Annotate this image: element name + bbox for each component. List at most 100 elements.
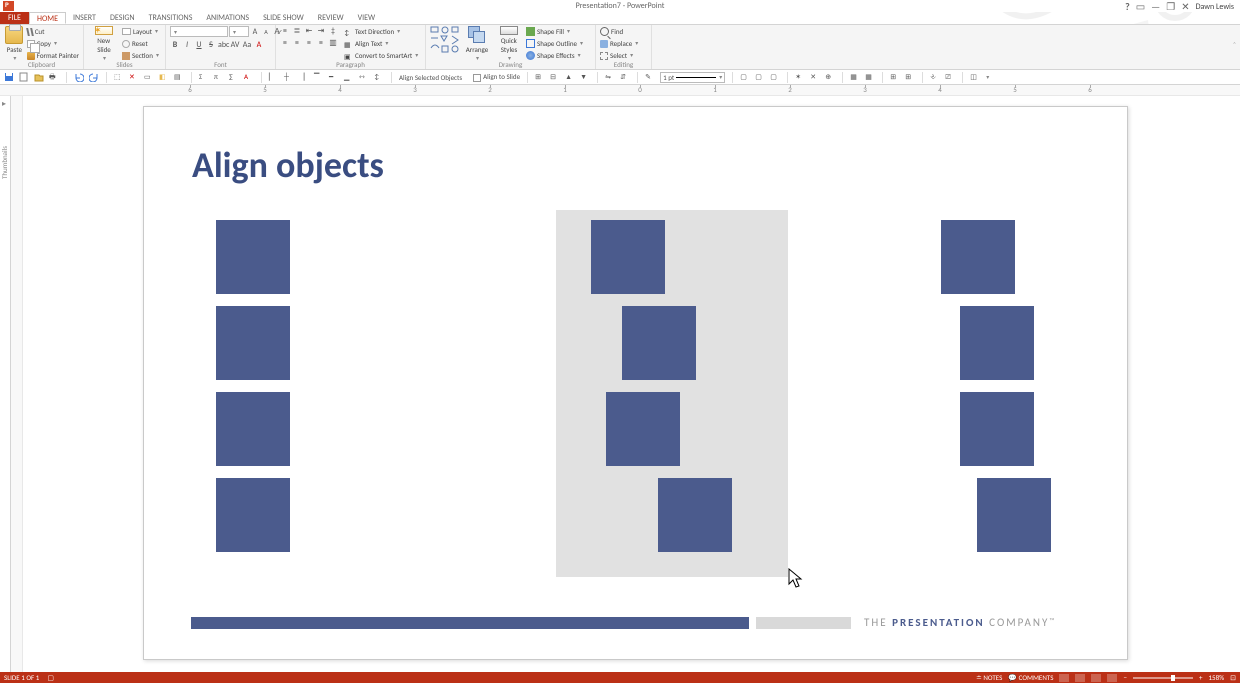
char-spacing-button[interactable]: AV	[230, 40, 240, 50]
zoom-out-button[interactable]: −	[1123, 673, 1127, 682]
qat-shape-1[interactable]: ▢	[740, 72, 750, 82]
distribute-h-icon[interactable]: ⇿	[359, 72, 369, 82]
align-top-icon[interactable]: ▔	[314, 72, 324, 82]
group-icon[interactable]: ⊞	[535, 72, 545, 82]
align-right-button[interactable]: ≡	[304, 38, 314, 48]
tab-file[interactable]: FILE	[0, 12, 29, 24]
shape-rect[interactable]	[216, 306, 290, 380]
italic-button[interactable]: I	[182, 40, 192, 50]
shape-rect[interactable]	[658, 478, 732, 552]
qat-icon-8[interactable]: ∑	[229, 72, 239, 82]
horizontal-ruler[interactable]: 6 5 4 3 2 1 0 1 2 3 4 5 6	[0, 85, 1240, 96]
columns-button[interactable]: ▥	[328, 38, 338, 48]
user-name[interactable]: Dawn Lewis	[1196, 2, 1234, 12]
zoom-level[interactable]: 158%	[1208, 673, 1224, 682]
shape-rect[interactable]	[622, 306, 696, 380]
qat-icon-3[interactable]: ▭	[144, 72, 154, 82]
tab-view[interactable]: VIEW	[351, 12, 383, 24]
qat-icon-2[interactable]: ✕	[129, 72, 139, 82]
redo-icon[interactable]	[89, 72, 99, 82]
reset-button[interactable]: Reset	[122, 38, 159, 49]
table-insert-icon[interactable]: ▦	[850, 72, 860, 82]
quick-styles-button[interactable]: Quick Styles▾	[494, 26, 524, 62]
new-slide-button[interactable]: New Slide▾	[88, 26, 120, 62]
shape-outline-button[interactable]: Shape Outline▾	[526, 38, 583, 49]
ungroup-icon[interactable]: ⊟	[550, 72, 560, 82]
qat-misc-1[interactable]: ⎀	[930, 72, 940, 82]
bring-forward-icon[interactable]: ▲	[565, 72, 575, 82]
arrange-button[interactable]: Arrange▾	[462, 26, 492, 62]
print-icon[interactable]: 🖶	[49, 72, 59, 82]
align-selected-objects-button[interactable]: Align Selected Objects	[399, 73, 462, 82]
zoom-slider[interactable]	[1133, 677, 1193, 679]
comments-button[interactable]: 💬 COMMENTS	[1008, 673, 1053, 682]
align-bottom-icon[interactable]: ▁	[344, 72, 354, 82]
align-left-button[interactable]: ≡	[280, 38, 290, 48]
align-center-button[interactable]: ≡	[292, 38, 302, 48]
vertical-ruler[interactable]	[11, 96, 23, 672]
align-center-h-icon[interactable]: ┼	[284, 72, 294, 82]
increase-indent-button[interactable]: ⇥	[316, 26, 326, 36]
qat-shape-4[interactable]: ✶	[795, 72, 805, 82]
flip-h-icon[interactable]: ⇋	[605, 72, 615, 82]
bullets-button[interactable]: ≡	[280, 26, 290, 36]
tab-design[interactable]: DESIGN	[103, 12, 142, 24]
shape-rect[interactable]	[591, 220, 665, 294]
qat-icon-1[interactable]: ⬚	[114, 72, 124, 82]
slide-canvas-area[interactable]: Align objects THE PRE	[23, 96, 1240, 672]
layout-button[interactable]: Layout▾	[122, 26, 159, 37]
sorter-view-button[interactable]	[1075, 674, 1085, 682]
distribute-v-icon[interactable]: ↕	[374, 72, 384, 82]
align-text-button[interactable]: ▦Align Text▾	[344, 38, 418, 49]
eyedropper-icon[interactable]: ✎	[645, 72, 655, 82]
line-spacing-button[interactable]: ‡	[328, 26, 338, 36]
replace-button[interactable]: Replace▾	[600, 38, 638, 49]
shape-rect[interactable]	[960, 392, 1034, 466]
align-right-icon[interactable]: ▕	[299, 72, 309, 82]
qat-icon-7[interactable]: π	[214, 72, 224, 82]
shape-rect[interactable]	[960, 306, 1034, 380]
numbering-button[interactable]: ≣	[292, 26, 302, 36]
slide[interactable]: Align objects THE PRE	[143, 106, 1128, 660]
slide-counter[interactable]: SLIDE 1 OF 1	[4, 673, 39, 682]
font-color-button[interactable]: A	[254, 40, 264, 50]
qat-icon-5[interactable]: ▤	[174, 72, 184, 82]
shape-rect[interactable]	[216, 220, 290, 294]
qat-misc-3[interactable]: ◫	[970, 72, 980, 82]
font-name-combo[interactable]: ▾	[170, 26, 228, 37]
qat-misc-2[interactable]: ⎚	[945, 72, 955, 82]
reading-view-button[interactable]	[1091, 674, 1101, 682]
thumbnails-expand-icon[interactable]: ▸	[2, 99, 6, 109]
shape-rect[interactable]	[216, 478, 290, 552]
increase-font-button[interactable]: A	[250, 27, 260, 37]
qat-shape-5[interactable]: ✕	[810, 72, 820, 82]
tab-animations[interactable]: ANIMATIONS	[199, 12, 256, 24]
collapse-ribbon-button[interactable]: ˆ	[1233, 41, 1236, 51]
tab-home[interactable]: HOME	[29, 12, 66, 24]
ribbon-display-options-icon[interactable]: ▭	[1136, 0, 1145, 13]
paste-button[interactable]: Paste▾	[4, 26, 25, 62]
thumbnails-pane[interactable]: ▸ Thumbnails	[0, 96, 11, 672]
spellcheck-icon[interactable]: ▢	[47, 673, 54, 682]
find-button[interactable]: Find	[600, 26, 638, 37]
fit-to-window-button[interactable]: ⊡	[1230, 673, 1236, 682]
qat-overflow[interactable]: ▾	[986, 73, 989, 81]
qat-shape-6[interactable]: ⊕	[825, 72, 835, 82]
underline-button[interactable]: U	[194, 40, 204, 50]
change-case-button[interactable]: Aa	[242, 40, 252, 50]
cut-button[interactable]: Cut	[27, 26, 79, 37]
help-icon[interactable]: ?	[1125, 0, 1130, 13]
font-size-combo[interactable]: ▾	[229, 26, 249, 37]
minimize-button[interactable]: —	[1151, 0, 1160, 13]
line-weight-combo[interactable]: 1 pt▾	[660, 72, 725, 83]
align-left-icon[interactable]: ▏	[269, 72, 279, 82]
normal-view-button[interactable]	[1059, 674, 1069, 682]
shape-rect[interactable]	[216, 392, 290, 466]
open-icon[interactable]	[34, 72, 44, 82]
qat-icon-9[interactable]: A	[244, 72, 254, 82]
restore-button[interactable]: ❐	[1166, 0, 1175, 13]
qat-shape-2[interactable]: ▢	[755, 72, 765, 82]
decrease-font-button[interactable]: A	[261, 27, 271, 37]
copy-button[interactable]: Copy▾	[27, 38, 79, 49]
align-to-slide-checkbox[interactable]: Align to Slide	[473, 72, 520, 81]
